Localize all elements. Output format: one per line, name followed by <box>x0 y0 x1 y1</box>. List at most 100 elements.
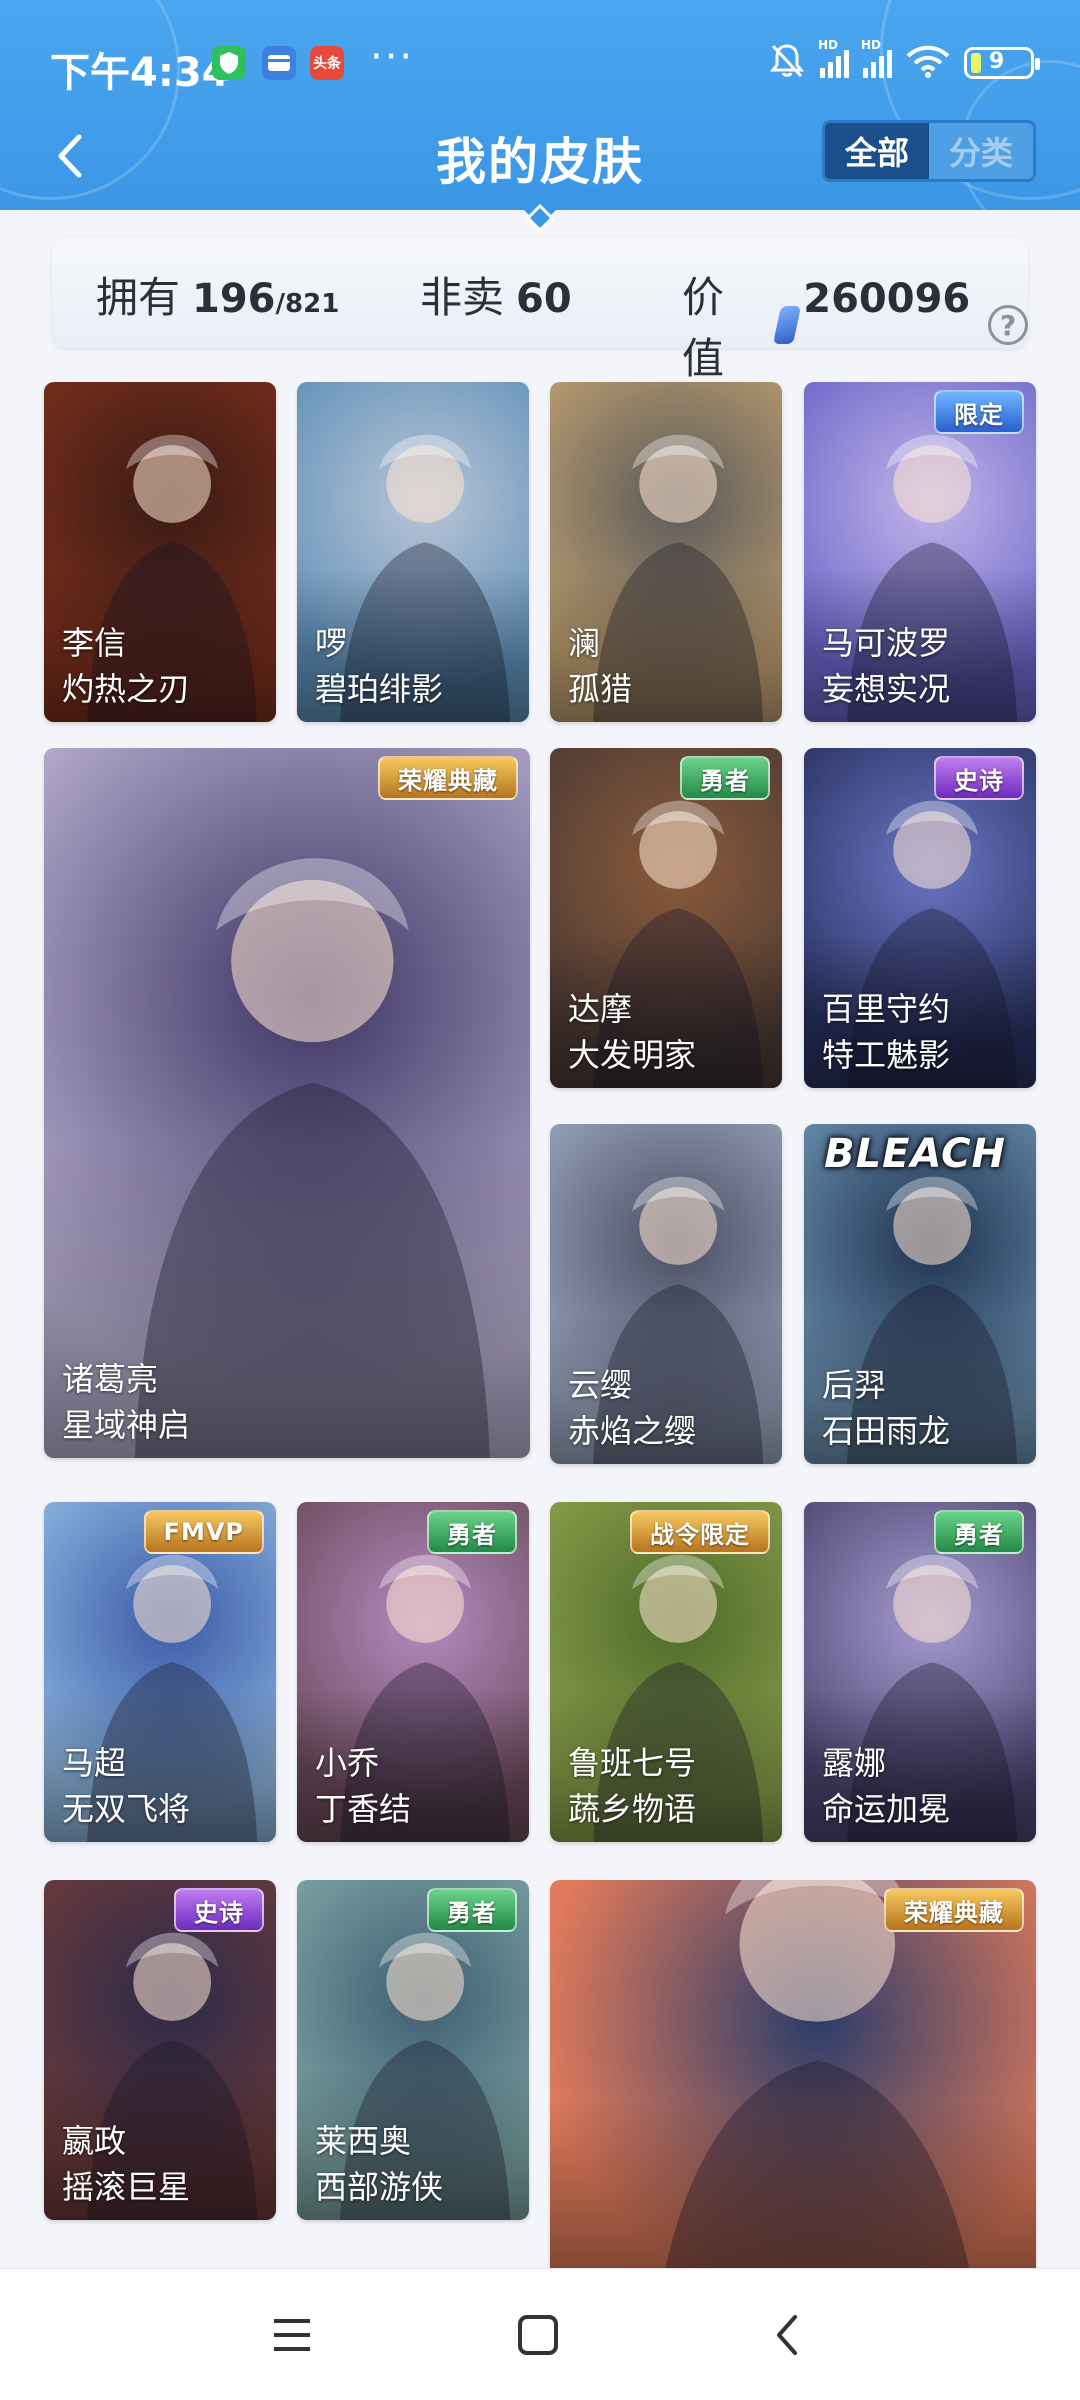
rarity-badge: 战令限定 <box>630 1510 770 1554</box>
system-nav-bar <box>0 2268 1080 2400</box>
rarity-badge: 限定 <box>934 390 1024 434</box>
rarity-badge: 史诗 <box>934 756 1024 800</box>
tab-category[interactable]: 分类 <box>929 123 1033 179</box>
rarity-badge: BLEACH <box>824 1131 1006 1177</box>
menu-button[interactable] <box>262 2305 322 2365</box>
skin-card[interactable]: 荣耀典藏诸葛亮星域神启 <box>44 748 530 1458</box>
nav-back-button[interactable] <box>758 2305 818 2365</box>
hero-name: 嬴政 <box>62 2122 127 2160</box>
unsold-value: 60 <box>516 276 572 322</box>
card-app-icon <box>262 46 296 80</box>
skin-name: 灼热之刃 <box>62 670 191 708</box>
skin-card[interactable]: 澜孤猎 <box>550 382 782 722</box>
hero-name: 云缨 <box>568 1366 633 1404</box>
hero-name: 诸葛亮 <box>62 1360 159 1398</box>
header-notch-diamond <box>510 196 570 233</box>
rarity-badge: 荣耀典藏 <box>378 756 518 800</box>
tab-all[interactable]: 全部 <box>825 123 929 179</box>
hero-name: 小乔 <box>315 1744 380 1782</box>
value-amount: 260096 <box>803 276 971 322</box>
skin-card[interactable]: 战令限定鲁班七号蔬乡物语 <box>550 1502 782 1842</box>
skin-card[interactable]: 啰碧珀绯影 <box>297 382 529 722</box>
status-bar: 下午4:34 头条 ··· HD HD 9 <box>0 0 1080 120</box>
value-label: 价值 <box>682 273 725 383</box>
view-segment-control: 全部 分类 <box>822 120 1036 182</box>
hero-name: 李信 <box>62 624 127 662</box>
rarity-badge: 勇者 <box>934 1510 1024 1554</box>
skin-name: 赤焰之缨 <box>568 1412 697 1450</box>
skin-card[interactable]: 史诗嬴政摇滚巨星 <box>44 1880 276 2220</box>
rarity-badge: FMVP <box>143 1510 264 1554</box>
skin-name: 特工魅影 <box>822 1036 951 1074</box>
mute-icon <box>768 42 806 84</box>
skin-name: 无双飞将 <box>62 1790 191 1828</box>
toutiao-app-icon: 头条 <box>310 46 344 80</box>
hero-name: 达摩 <box>568 990 633 1028</box>
hero-name: 啰 <box>315 624 348 662</box>
skin-name: 碧珀绯影 <box>315 670 444 708</box>
wifi-icon <box>906 44 950 82</box>
skin-name: 妄想实况 <box>822 670 951 708</box>
skin-name: 蔬乡物语 <box>568 1790 697 1828</box>
skin-card[interactable]: 勇者莱西奥西部游侠 <box>297 1880 529 2220</box>
hero-name: 露娜 <box>822 1744 887 1782</box>
more-notifications: ··· <box>370 34 415 80</box>
skin-card[interactable]: BLEACH 后羿石田雨龙 <box>804 1124 1036 1464</box>
hero-name: 马超 <box>62 1744 127 1782</box>
owned-total: /821 <box>275 289 340 319</box>
battery-level: 9 <box>989 49 1005 74</box>
skin-name: 丁香结 <box>315 1790 412 1828</box>
owned-label: 拥有 <box>96 273 181 322</box>
skin-name: 大发明家 <box>568 1036 697 1074</box>
owned-value: 196 <box>192 276 276 322</box>
status-time: 下午4:34 <box>50 50 230 96</box>
shield-app-icon <box>212 46 246 80</box>
stat-unsold: 非卖 60 <box>420 264 572 325</box>
rarity-badge: 勇者 <box>427 1510 517 1554</box>
signal-hd-label: HD <box>818 38 839 52</box>
rarity-badge: 勇者 <box>680 756 770 800</box>
skin-card[interactable]: 限定马可波罗妄想实况 <box>804 382 1036 722</box>
skin-name: 星域神启 <box>62 1406 191 1444</box>
stat-value: 价值 260096 ? <box>682 264 1028 386</box>
skin-card[interactable]: 勇者小乔丁香结 <box>297 1502 529 1842</box>
home-button[interactable] <box>508 2305 568 2365</box>
skin-card[interactable]: 李信 灼热之刃 <box>44 382 276 722</box>
skin-name: 石田雨龙 <box>822 1412 951 1450</box>
app-screen: 下午4:34 头条 ··· HD HD 9 我的皮肤 全部 分类 拥有 196/… <box>0 0 1080 2400</box>
back-nav-icon <box>777 2315 797 2355</box>
signal-icon-2: HD <box>861 38 892 78</box>
unsold-label: 非卖 <box>420 273 505 322</box>
signal-hd-label-2: HD <box>861 38 882 52</box>
skin-name: 摇滚巨星 <box>62 2168 191 2206</box>
skin-name: 孤猎 <box>568 670 633 708</box>
help-icon[interactable]: ? <box>988 305 1028 345</box>
hero-name: 鲁班七号 <box>568 1744 697 1782</box>
stat-owned: 拥有 196/821 <box>96 264 339 325</box>
rarity-badge: 勇者 <box>427 1888 517 1932</box>
menu-icon <box>274 2319 310 2351</box>
skin-card[interactable]: 荣耀典藏 <box>550 1880 1036 2272</box>
skin-grid: 李信 灼热之刃啰碧珀绯影澜孤猎 限定 马可波罗 妄想实况 荣耀典藏 诸葛亮 星域神启 勇者 达摩大… <box>0 382 1080 2272</box>
hero-name: 百里守约 <box>822 990 951 1028</box>
skin-name: 命运加冕 <box>822 1790 951 1828</box>
hero-name: 莱西奥 <box>315 2122 412 2160</box>
skin-card[interactable]: 勇者露娜命运加冕 <box>804 1502 1036 1842</box>
skin-card[interactable]: 勇者达摩大发明家 <box>550 748 782 1088</box>
stats-bar: 拥有 196/821 非卖 60 价值 260096 ? <box>52 238 1028 383</box>
hero-name: 后羿 <box>822 1366 887 1404</box>
rarity-badge: 荣耀典藏 <box>884 1888 1024 1932</box>
skin-name: 西部游侠 <box>315 2168 444 2206</box>
title-bar: 我的皮肤 全部 分类 <box>0 110 1080 200</box>
battery-icon: 9 <box>964 47 1040 79</box>
hero-name: 澜 <box>568 624 601 662</box>
skin-card[interactable]: FMVP 马超无双飞将 <box>44 1502 276 1842</box>
hero-name: 马可波罗 <box>822 624 951 662</box>
home-icon <box>518 2315 558 2355</box>
rarity-badge: 史诗 <box>174 1888 264 1932</box>
skin-card[interactable]: 史诗百里守约特工魅影 <box>804 748 1036 1088</box>
signal-icon: HD <box>818 38 849 78</box>
gem-icon <box>773 306 802 344</box>
skin-card[interactable]: 云缨 赤焰之缨 <box>550 1124 782 1464</box>
header: 下午4:34 头条 ··· HD HD 9 我的皮肤 全部 分类 <box>0 0 1080 210</box>
